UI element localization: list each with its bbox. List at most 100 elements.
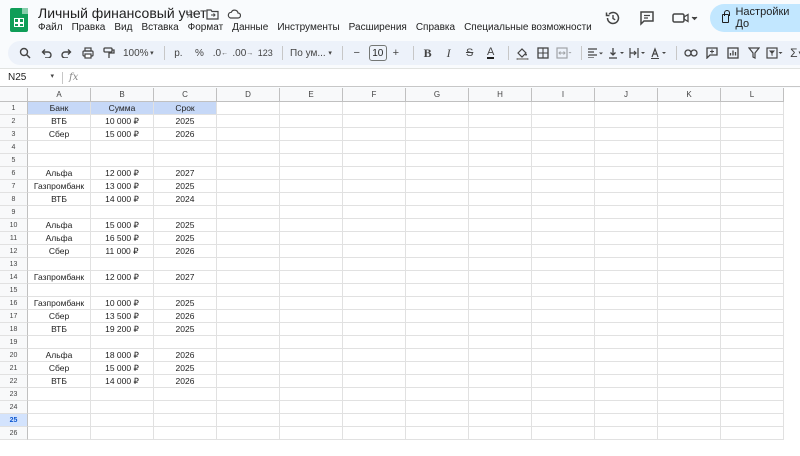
column-header-i[interactable]: I — [532, 88, 595, 102]
table-cell[interactable] — [658, 375, 721, 388]
table-cell[interactable]: 18 000 ₽ — [91, 349, 154, 362]
table-cell[interactable] — [280, 258, 343, 271]
table-cell[interactable] — [595, 414, 658, 427]
table-cell[interactable] — [658, 154, 721, 167]
increase-decimal-button[interactable]: .00 → — [232, 43, 253, 63]
move-folder-icon[interactable] — [204, 6, 220, 22]
star-icon[interactable]: ☆ — [182, 6, 198, 22]
table-cell[interactable] — [721, 219, 784, 232]
table-cell[interactable] — [343, 362, 406, 375]
table-cell[interactable] — [406, 154, 469, 167]
table-cell[interactable] — [406, 115, 469, 128]
table-cell[interactable] — [721, 323, 784, 336]
table-cell[interactable] — [217, 271, 280, 284]
table-cell[interactable] — [595, 310, 658, 323]
table-cell[interactable] — [469, 401, 532, 414]
table-cell[interactable] — [658, 102, 721, 115]
table-cell[interactable] — [469, 297, 532, 310]
table-cell[interactable] — [280, 297, 343, 310]
table-cell[interactable] — [595, 219, 658, 232]
table-cell[interactable] — [343, 401, 406, 414]
paint-format-icon[interactable] — [100, 43, 118, 63]
table-cell[interactable] — [406, 193, 469, 206]
table-cell[interactable] — [469, 102, 532, 115]
table-cell[interactable] — [28, 388, 91, 401]
table-cell[interactable]: 2027 — [154, 271, 217, 284]
row-header-4[interactable]: 4 — [0, 141, 28, 154]
table-cell[interactable]: 15 000 ₽ — [91, 128, 154, 141]
text-wrapping-icon[interactable] — [629, 43, 647, 63]
table-cell[interactable] — [406, 284, 469, 297]
increase-font-size-icon[interactable]: + — [387, 43, 405, 63]
table-cell[interactable] — [28, 141, 91, 154]
table-cell[interactable] — [595, 258, 658, 271]
table-cell[interactable] — [595, 128, 658, 141]
table-cell[interactable] — [280, 323, 343, 336]
column-header-e[interactable]: E — [280, 88, 343, 102]
table-cell[interactable]: Альфа — [28, 219, 91, 232]
menu-extensions[interactable]: Расширения — [349, 22, 407, 33]
table-cell[interactable] — [532, 219, 595, 232]
table-cell[interactable] — [280, 362, 343, 375]
filter-views-icon[interactable] — [766, 43, 784, 63]
strikethrough-icon[interactable]: S — [461, 43, 479, 63]
table-cell[interactable] — [721, 284, 784, 297]
table-cell[interactable] — [658, 388, 721, 401]
row-header-3[interactable]: 3 — [0, 128, 28, 141]
table-cell[interactable] — [721, 232, 784, 245]
column-header-c[interactable]: C — [154, 88, 217, 102]
table-cell[interactable] — [532, 128, 595, 141]
table-cell[interactable] — [595, 232, 658, 245]
table-cell[interactable] — [217, 258, 280, 271]
row-header-1[interactable]: 1 — [0, 102, 28, 115]
table-cell[interactable] — [280, 245, 343, 258]
table-cell[interactable] — [721, 193, 784, 206]
table-cell[interactable] — [721, 102, 784, 115]
table-cell[interactable] — [343, 115, 406, 128]
table-cell[interactable] — [469, 388, 532, 401]
table-cell[interactable] — [721, 375, 784, 388]
borders-icon[interactable] — [534, 43, 552, 63]
menu-accessibility[interactable]: Специальные возможности — [464, 22, 592, 33]
table-cell[interactable] — [28, 427, 91, 440]
table-cell[interactable]: Сбер — [28, 362, 91, 375]
table-cell[interactable] — [658, 284, 721, 297]
table-cell[interactable] — [406, 271, 469, 284]
table-cell[interactable]: 19 200 ₽ — [91, 323, 154, 336]
table-cell[interactable]: 2025 — [154, 362, 217, 375]
table-cell[interactable] — [91, 284, 154, 297]
table-cell[interactable] — [595, 375, 658, 388]
table-cell[interactable] — [532, 388, 595, 401]
table-cell[interactable] — [595, 167, 658, 180]
table-cell[interactable] — [343, 206, 406, 219]
menu-help[interactable]: Справка — [416, 22, 455, 33]
table-cell[interactable] — [406, 310, 469, 323]
table-cell[interactable] — [658, 336, 721, 349]
filter-icon[interactable] — [745, 43, 763, 63]
table-cell[interactable] — [91, 141, 154, 154]
table-cell[interactable] — [595, 427, 658, 440]
row-header-8[interactable]: 8 — [0, 193, 28, 206]
table-cell[interactable] — [532, 414, 595, 427]
table-cell[interactable] — [280, 128, 343, 141]
table-cell[interactable] — [469, 258, 532, 271]
table-cell[interactable] — [280, 232, 343, 245]
table-cell[interactable] — [217, 245, 280, 258]
table-cell[interactable] — [406, 401, 469, 414]
table-cell[interactable] — [532, 297, 595, 310]
merge-cells-icon[interactable] — [555, 43, 573, 63]
table-cell[interactable] — [280, 284, 343, 297]
search-menus-icon[interactable] — [16, 43, 34, 63]
italic-icon[interactable]: I — [440, 43, 458, 63]
table-cell[interactable] — [658, 232, 721, 245]
table-cell[interactable]: 2026 — [154, 349, 217, 362]
table-cell[interactable] — [217, 167, 280, 180]
table-cell[interactable] — [532, 427, 595, 440]
table-cell[interactable] — [721, 167, 784, 180]
table-cell[interactable] — [343, 102, 406, 115]
table-cell[interactable] — [406, 388, 469, 401]
insert-link-icon[interactable] — [682, 43, 700, 63]
table-cell[interactable] — [469, 206, 532, 219]
table-cell[interactable] — [280, 401, 343, 414]
table-cell[interactable] — [154, 206, 217, 219]
